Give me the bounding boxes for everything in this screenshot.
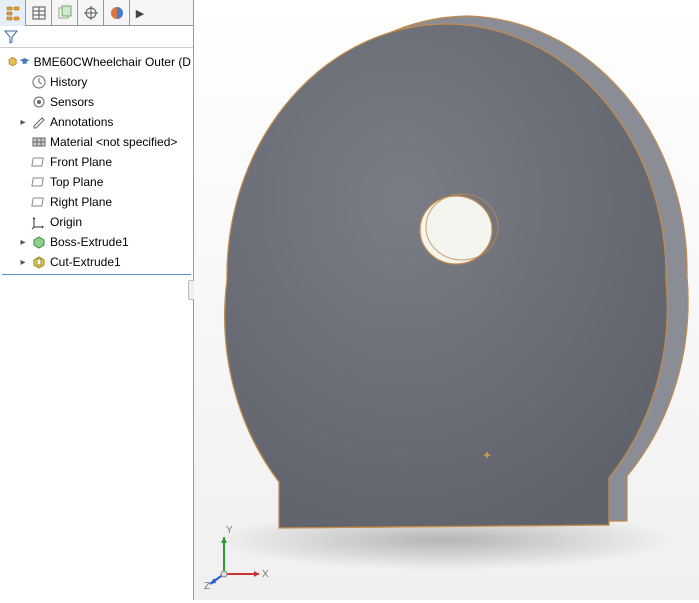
tab-display-manager[interactable]: [104, 0, 130, 26]
expand-toggle[interactable]: ▸: [18, 257, 28, 268]
origin-icon: [31, 214, 47, 230]
expand-toggle[interactable]: ▸: [18, 117, 28, 128]
funnel-icon: [4, 30, 18, 44]
tree-item-top-plane[interactable]: Top Plane: [16, 172, 191, 192]
history-icon: [31, 74, 47, 90]
tree-item-label: Boss-Extrude1: [50, 235, 129, 249]
plane-icon: [31, 174, 47, 190]
plane-icon: [31, 194, 47, 210]
tree-item-label: Sensors: [50, 95, 94, 109]
tree-children: History Sensors ▸ Annotations Material <…: [2, 72, 191, 272]
tree-end-divider: [2, 274, 191, 275]
cut-extrude-icon: [31, 254, 47, 270]
tree-item-annotations[interactable]: ▸ Annotations: [16, 112, 191, 132]
tree-item-history[interactable]: History: [16, 72, 191, 92]
grad-cap-icon: [19, 54, 30, 70]
tree-root[interactable]: BME60CWheelchair Outer (D: [2, 52, 191, 72]
part-icon: [7, 54, 18, 70]
property-icon: [31, 5, 47, 21]
triad-x-label: X: [262, 569, 269, 580]
tree-item-label: Right Plane: [50, 195, 112, 209]
view-triad[interactable]: X Y Z: [204, 519, 274, 592]
tab-dimxpert-manager[interactable]: [78, 0, 104, 26]
tab-feature-manager[interactable]: [0, 0, 26, 26]
chevron-right-icon: ▶: [136, 7, 144, 20]
dimxpert-icon: [83, 5, 99, 21]
annotations-icon: [31, 114, 47, 130]
panel-tab-bar: ▶: [0, 0, 193, 26]
triad-y-label: Y: [226, 525, 233, 536]
triad-z-label: Z: [204, 581, 210, 589]
tab-property-manager[interactable]: [26, 0, 52, 26]
tree-item-label: Material <not specified>: [50, 135, 177, 149]
tree-item-label: Front Plane: [50, 155, 112, 169]
display-icon: [109, 5, 125, 21]
tree-item-label: Cut-Extrude1: [50, 255, 121, 269]
tree-item-label: Origin: [50, 215, 82, 229]
material-icon: [31, 134, 47, 150]
tree-item-origin[interactable]: Origin: [16, 212, 191, 232]
tree-root-label: BME60CWheelchair Outer (D: [34, 55, 191, 69]
tree-item-label: Top Plane: [50, 175, 103, 189]
expand-toggle[interactable]: ▸: [18, 237, 28, 248]
filter-row[interactable]: [0, 26, 193, 48]
feature-tree: BME60CWheelchair Outer (D History Sensor…: [0, 48, 193, 279]
tree-item-label: History: [50, 75, 87, 89]
tree-item-boss-extrude[interactable]: ▸ Boss-Extrude1: [16, 232, 191, 252]
feature-tree-icon: [5, 5, 21, 21]
tree-item-cut-extrude[interactable]: ▸ Cut-Extrude1: [16, 252, 191, 272]
model-render: [194, 0, 699, 600]
sensors-icon: [31, 94, 47, 110]
feature-tree-panel: ▶ BME60CWheelchair Outer (D History: [0, 0, 194, 600]
tree-item-right-plane[interactable]: Right Plane: [16, 192, 191, 212]
graphics-viewport[interactable]: X Y Z: [194, 0, 699, 600]
tree-item-front-plane[interactable]: Front Plane: [16, 152, 191, 172]
tree-item-sensors[interactable]: Sensors: [16, 92, 191, 112]
boss-extrude-icon: [31, 234, 47, 250]
tree-item-material[interactable]: Material <not specified>: [16, 132, 191, 152]
tree-item-label: Annotations: [50, 115, 113, 129]
tab-configuration-manager[interactable]: [52, 0, 78, 26]
config-icon: [57, 5, 73, 21]
tab-more[interactable]: ▶: [130, 0, 150, 26]
plane-icon: [31, 154, 47, 170]
